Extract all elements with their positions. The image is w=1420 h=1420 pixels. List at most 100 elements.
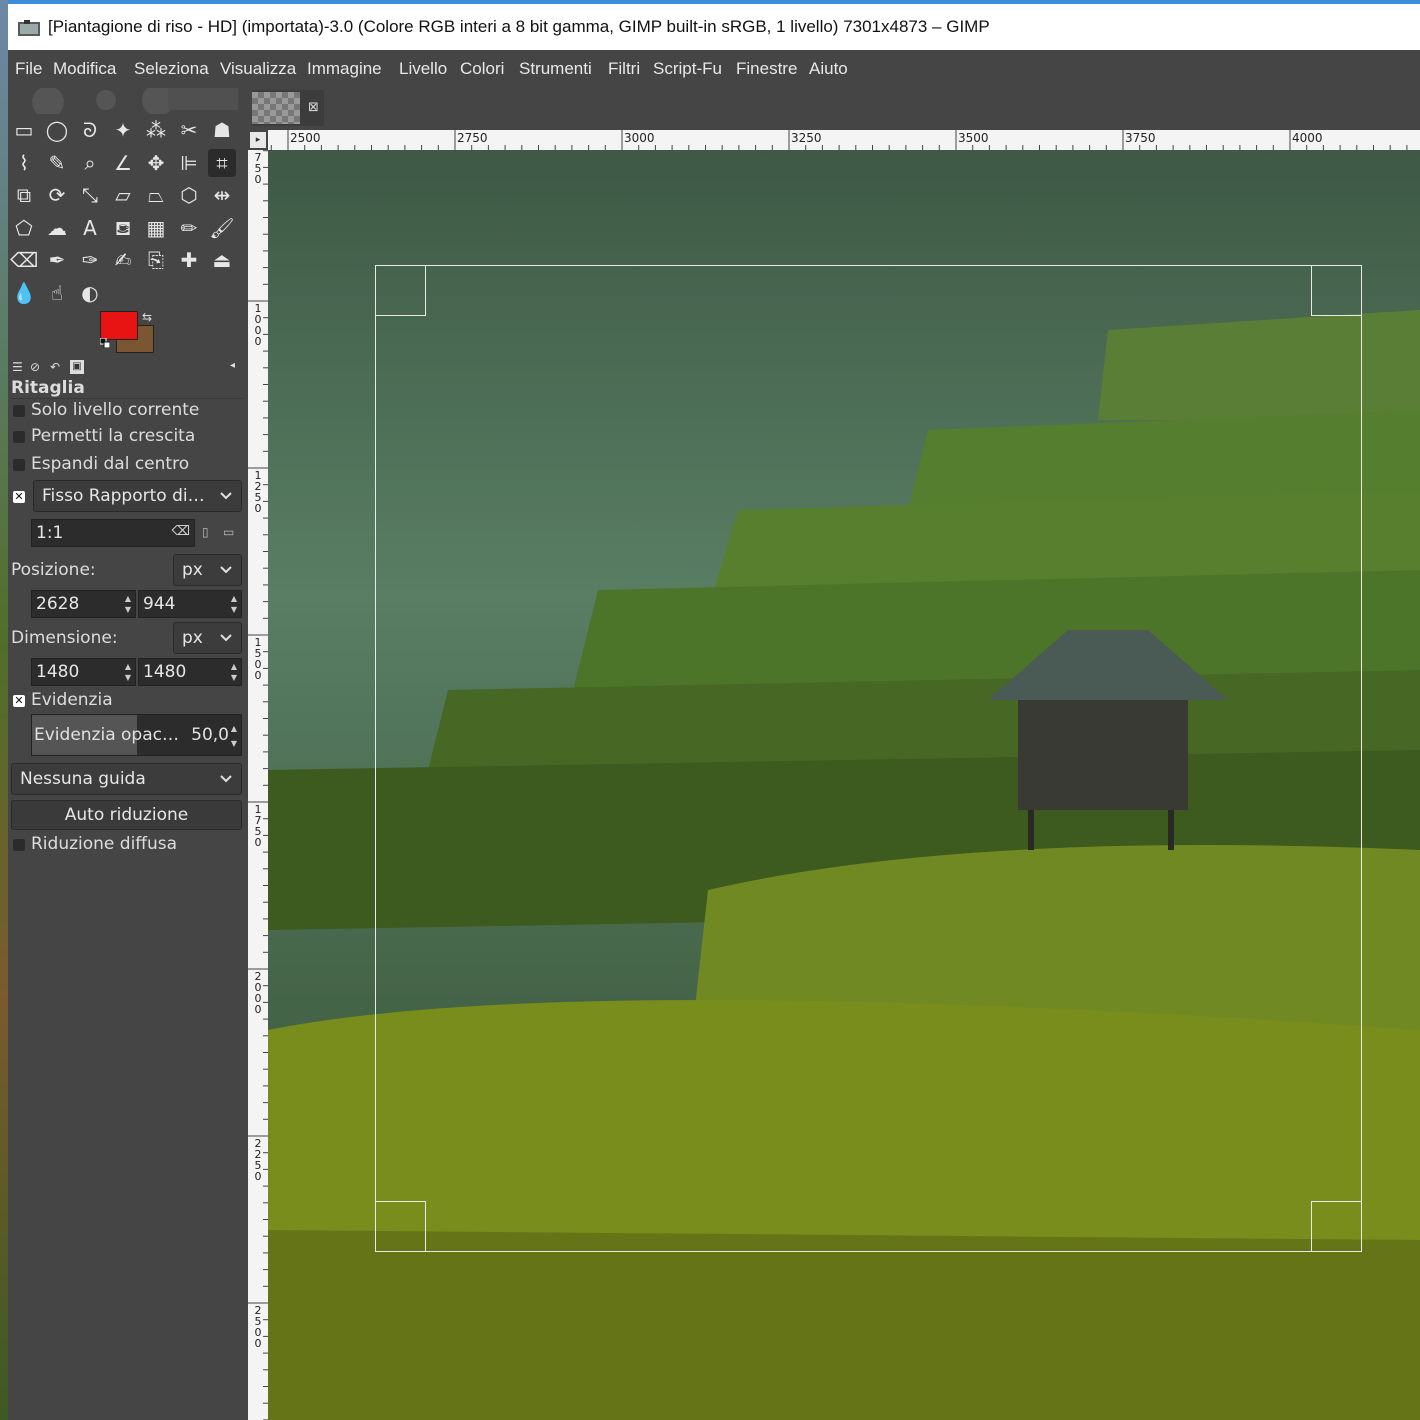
vertical-ruler[interactable]: 750 1000 1250 1500 1750 2000 2250 2500 bbox=[248, 150, 268, 1420]
device-status-tab-icon[interactable]: ⊘ bbox=[30, 360, 44, 374]
size-unit-dropdown[interactable]: px bbox=[173, 622, 242, 654]
rotate-icon[interactable]: ⟳ bbox=[43, 181, 71, 209]
undo-history-tab-icon[interactable]: ↶ bbox=[50, 360, 64, 374]
position-unit-dropdown[interactable]: px bbox=[173, 554, 242, 586]
menu-finestre[interactable]: Finestre bbox=[736, 59, 797, 79]
highlight-opacity-slider[interactable]: Evidenzia opac… 50,0 ▲ ▼ bbox=[31, 714, 242, 756]
by-color-select-icon[interactable]: ⁂ bbox=[142, 116, 170, 144]
dodge-burn-icon[interactable]: ◐ bbox=[76, 279, 104, 307]
ratio-input[interactable]: 1:1 ⌫ bbox=[31, 519, 195, 547]
heal-icon[interactable]: ✚ bbox=[175, 246, 203, 274]
fixed-mode-dropdown[interactable]: Fisso Rapporto di… bbox=[33, 480, 242, 512]
checkbox-box[interactable] bbox=[13, 459, 25, 471]
paintbrush-icon[interactable]: 🖌 bbox=[208, 214, 236, 242]
ruler-label: 2750 bbox=[457, 131, 488, 145]
menu-strumenti[interactable]: Strumenti bbox=[519, 59, 592, 79]
crop-handle-bottom-left[interactable] bbox=[375, 1201, 426, 1252]
checkbox-box[interactable] bbox=[13, 839, 25, 851]
move-icon[interactable]: ✥ bbox=[142, 149, 170, 177]
menu-file[interactable]: File bbox=[15, 59, 42, 79]
shear-icon[interactable]: ▱ bbox=[109, 181, 137, 209]
perspective-icon[interactable]: ⏢ bbox=[142, 181, 170, 209]
cage-icon[interactable]: ⬠ bbox=[10, 214, 38, 242]
spin-arrows-icon[interactable]: ▲ ▼ bbox=[229, 721, 239, 751]
perspective-clone-icon[interactable]: ⏏ bbox=[208, 246, 236, 274]
fixed-checkbox[interactable]: ✕ bbox=[11, 486, 31, 510]
crop-rectangle[interactable] bbox=[375, 265, 1362, 1252]
auto-shrink-button[interactable]: Auto riduzione bbox=[11, 800, 242, 830]
crop-icon[interactable]: ⌗ bbox=[208, 148, 236, 177]
image-canvas[interactable] bbox=[268, 150, 1420, 1420]
scissors-icon[interactable]: ✂ bbox=[175, 116, 203, 144]
checkbox-box-checked[interactable]: ✕ bbox=[13, 695, 25, 707]
rect-select-icon[interactable]: ▭ bbox=[10, 116, 38, 144]
menu-bar: File Modifica Seleziona Visualizza Immag… bbox=[8, 50, 1420, 88]
scale-icon[interactable]: ⤡ bbox=[76, 181, 104, 209]
paths-icon[interactable]: ⌇ bbox=[10, 149, 38, 177]
free-select-icon[interactable]: ᘐ bbox=[76, 116, 104, 144]
spin-arrows-icon[interactable]: ▲ ▼ bbox=[123, 593, 133, 615]
bucket-fill-icon[interactable]: ⛾ bbox=[109, 214, 137, 242]
align-icon[interactable]: ⊫ bbox=[175, 149, 203, 177]
portrait-icon[interactable]: ▯ bbox=[202, 525, 209, 539]
size-width-input[interactable]: 1480 ▲ ▼ bbox=[31, 658, 136, 686]
flip-icon[interactable]: ⇹ bbox=[208, 181, 236, 209]
crop-handle-top-right[interactable] bbox=[1311, 265, 1362, 316]
warp-icon[interactable]: ☁ bbox=[43, 214, 71, 242]
ink-icon[interactable]: ✑ bbox=[76, 246, 104, 274]
image-tab[interactable]: ⊠ bbox=[252, 90, 324, 126]
zoom-icon[interactable]: ⌕ bbox=[76, 149, 104, 177]
quick-mask-toggle-icon[interactable]: ▸ bbox=[250, 132, 266, 148]
position-y-input[interactable]: 944 ▲ ▼ bbox=[138, 590, 242, 618]
blur-icon[interactable]: 💧 bbox=[10, 279, 38, 307]
gradient-icon[interactable]: ▦ bbox=[142, 214, 170, 242]
menu-script-fu[interactable]: Script-Fu bbox=[653, 59, 722, 79]
spin-arrows-icon[interactable]: ▲ ▼ bbox=[123, 661, 133, 683]
spin-arrows-icon[interactable]: ▲ ▼ bbox=[229, 593, 239, 615]
dock-menu-icon[interactable]: ◂ bbox=[230, 360, 244, 374]
clone-icon[interactable]: ⎘ bbox=[142, 246, 170, 274]
image-thumbnail[interactable] bbox=[252, 92, 300, 124]
menu-colori[interactable]: Colori bbox=[460, 59, 504, 79]
menu-modifica[interactable]: Modifica bbox=[53, 59, 116, 79]
spin-arrows-icon[interactable]: ▲ ▼ bbox=[229, 661, 239, 683]
measure-icon[interactable]: ∠ bbox=[109, 149, 137, 177]
checkbox-box-checked[interactable]: ✕ bbox=[13, 491, 25, 503]
checkbox-box[interactable] bbox=[13, 405, 25, 417]
airbrush-icon[interactable]: ✒ bbox=[43, 246, 71, 274]
smudge-icon[interactable]: ☝ bbox=[43, 279, 71, 307]
menu-seleziona[interactable]: Seleziona bbox=[134, 59, 209, 79]
menu-filtri[interactable]: Filtri bbox=[608, 59, 640, 79]
crop-handle-bottom-right[interactable] bbox=[1311, 1201, 1362, 1252]
size-height-input[interactable]: 1480 ▲ ▼ bbox=[138, 658, 242, 686]
ruler-label: 1000 bbox=[254, 302, 262, 348]
foreground-select-icon[interactable]: ☗ bbox=[208, 116, 236, 144]
position-x-input[interactable]: 2628 ▲ ▼ bbox=[31, 590, 136, 618]
3d-transform-icon[interactable]: ⬡ bbox=[175, 181, 203, 209]
swap-colors-icon[interactable]: ⇆ bbox=[142, 310, 152, 324]
guides-dropdown[interactable]: Nessuna guida bbox=[11, 763, 242, 795]
menu-livello[interactable]: Livello bbox=[399, 59, 447, 79]
menu-visualizza[interactable]: Visualizza bbox=[220, 59, 296, 79]
eraser-icon[interactable]: ⌫ bbox=[10, 246, 38, 274]
horizontal-ruler[interactable]: 2500 2750 3000 3250 3500 3750 4000 bbox=[268, 130, 1420, 150]
mypaint-brush-icon[interactable]: ✍ bbox=[109, 246, 137, 274]
slider-label: Evidenzia opac… bbox=[34, 725, 179, 745]
clear-entry-icon[interactable]: ⌫ bbox=[172, 524, 190, 539]
ellipse-select-icon[interactable]: ◯ bbox=[43, 116, 71, 144]
menu-aiuto[interactable]: Aiuto bbox=[809, 59, 848, 79]
unified-transform-icon[interactable]: ⧉ bbox=[10, 181, 38, 209]
pencil-icon[interactable]: ✏ bbox=[175, 214, 203, 242]
color-picker-icon[interactable]: ✎ bbox=[43, 149, 71, 177]
landscape-icon[interactable]: ▭ bbox=[223, 525, 234, 539]
images-tab-icon[interactable]: ▣ bbox=[70, 360, 84, 374]
tool-options-tab-icon[interactable]: ☰ bbox=[12, 360, 26, 374]
menu-immagine[interactable]: Immagine bbox=[307, 59, 382, 79]
default-colors-icon[interactable] bbox=[100, 338, 110, 348]
text-icon[interactable]: A bbox=[76, 214, 104, 242]
foreground-color-front[interactable] bbox=[100, 311, 138, 340]
crop-handle-top-left[interactable] bbox=[375, 265, 426, 316]
fuzzy-select-icon[interactable]: ✦ bbox=[109, 116, 137, 144]
close-tab-icon[interactable]: ⊠ bbox=[308, 100, 319, 115]
checkbox-box[interactable] bbox=[13, 431, 25, 443]
